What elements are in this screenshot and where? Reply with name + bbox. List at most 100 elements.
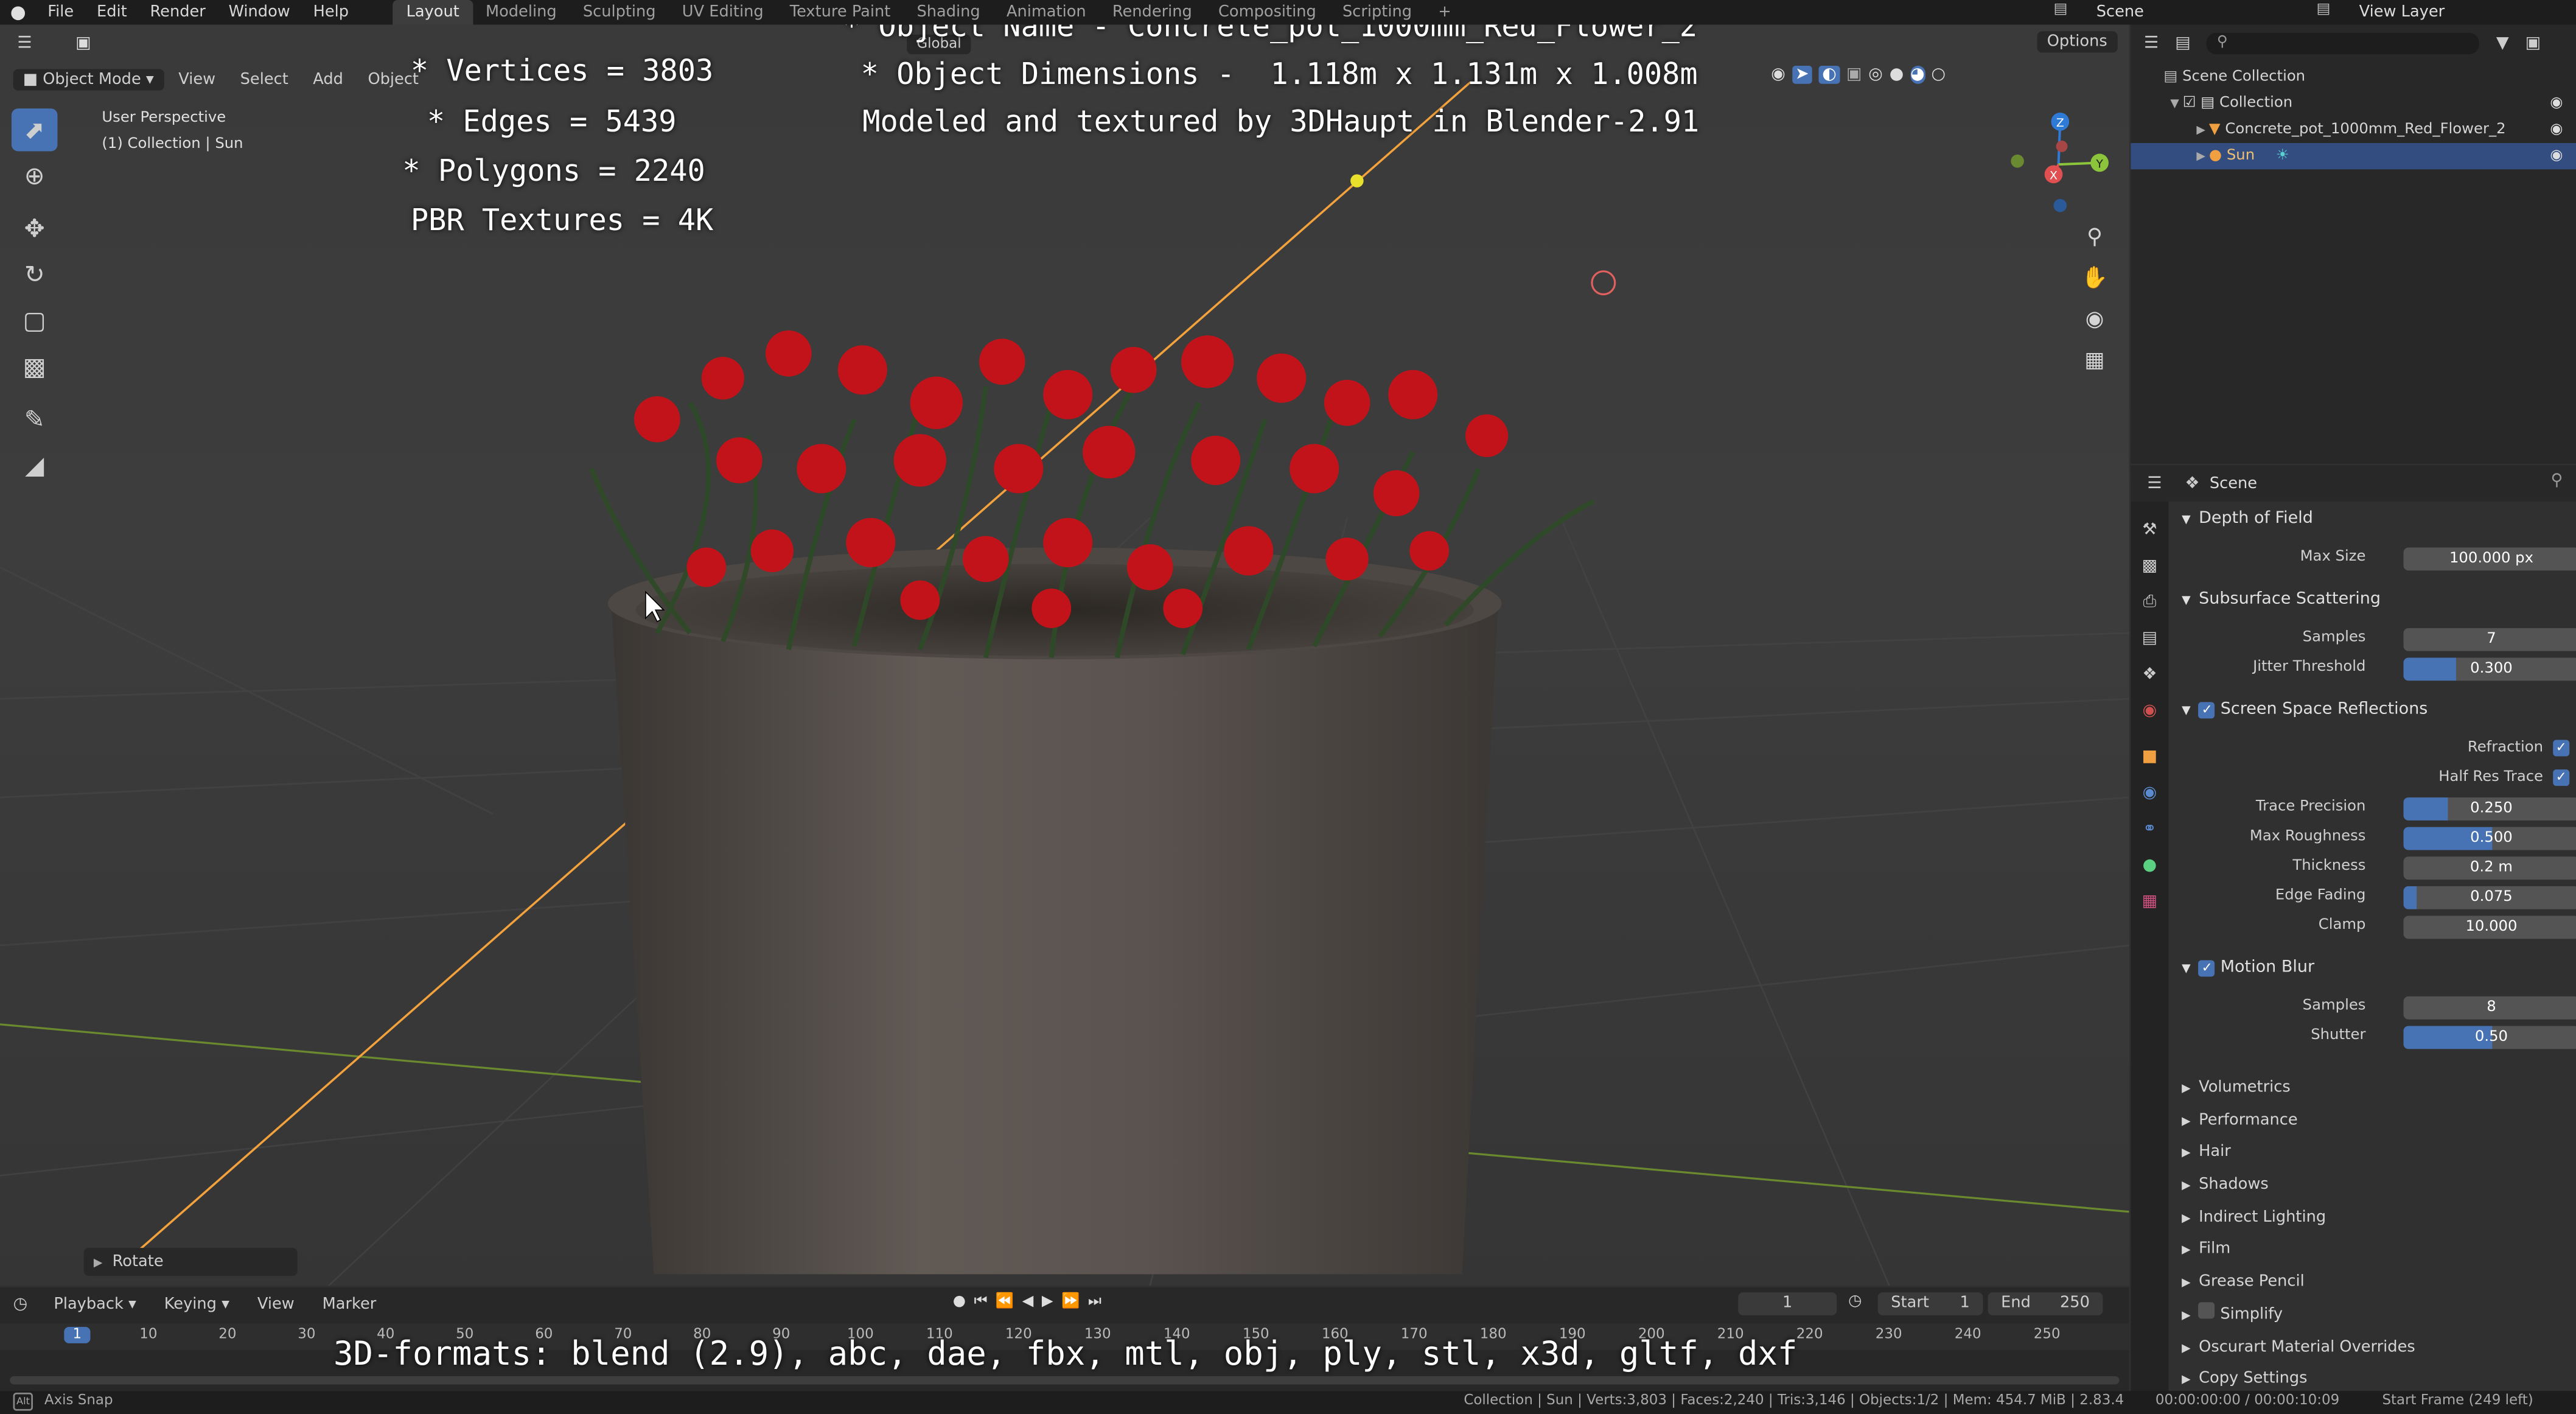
options-button[interactable]: Options — [2037, 31, 2117, 53]
camera-view-icon[interactable]: ◉ — [2076, 301, 2112, 337]
motion-blur-checkbox[interactable]: ✓ — [2199, 960, 2216, 977]
render-tab-icon[interactable]: ▩ — [2131, 547, 2168, 583]
tab-uv-editing[interactable]: UV Editing — [669, 0, 777, 25]
pin-icon[interactable]: ⚲ — [2551, 472, 2563, 490]
properties-editor-icon[interactable]: ☰ — [2147, 474, 2162, 492]
mode-selector[interactable]: ■ Object Mode ▾ — [13, 68, 164, 90]
visibility-icon[interactable]: ◉ — [1771, 66, 1785, 84]
ortho-grid-icon[interactable]: ▦ — [2076, 342, 2112, 378]
clamp-field[interactable]: 10.000 — [2403, 915, 2576, 939]
select-box-icon[interactable]: ▣ — [75, 33, 91, 52]
outliner-editor-icon[interactable]: ☰ — [2144, 33, 2159, 52]
filter-icon[interactable]: ▼ — [2496, 33, 2509, 52]
menu-view[interactable]: View — [169, 68, 225, 89]
menu-window[interactable]: Window — [217, 0, 302, 25]
material-shading-icon[interactable]: ◕ — [1910, 66, 1925, 84]
jump-end-icon[interactable]: ⏭ — [1088, 1294, 1101, 1311]
measure-tool-icon[interactable]: ◢ — [12, 444, 58, 486]
thickness-field[interactable]: 0.2 m — [2403, 856, 2576, 880]
half-res-trace-checkbox[interactable]: ✓ — [2553, 769, 2570, 786]
ssr-enable-checkbox[interactable]: ✓ — [2199, 702, 2216, 719]
play-icon[interactable]: ▶ — [1042, 1294, 1053, 1311]
view-layer-tab-icon[interactable]: ▤ — [2131, 620, 2168, 656]
light-target-icon[interactable] — [1591, 270, 1616, 296]
search-field[interactable]: ⚲ — [2207, 32, 2480, 54]
tab-animation[interactable]: Animation — [993, 0, 1099, 25]
scene-tab-icon[interactable]: ❖ — [2131, 656, 2168, 692]
next-keyframe-icon[interactable]: ⏩ — [1061, 1294, 1080, 1311]
gizmo-toggle-icon[interactable]: ➤ — [1792, 66, 1813, 84]
panel-subsurface-scattering[interactable]: ▼ Subsurface Scattering — [2174, 586, 2576, 615]
xray-icon[interactable]: ▣ — [1846, 66, 1862, 84]
jitter-threshold-slider[interactable]: 0.300 — [2403, 657, 2576, 681]
menu-add[interactable]: Add — [303, 68, 353, 89]
simplify-checkbox[interactable] — [2199, 1301, 2216, 1318]
3d-viewport[interactable]: ☰ ▣ ■ Object Mode ▾ View Select Add Obje… — [0, 24, 2129, 1286]
panel-oscurart-overrides[interactable]: ▶ Oscurart Material Overrides — [2174, 1331, 2576, 1363]
tool-tab-icon[interactable]: ⚒ — [2131, 511, 2168, 547]
outliner-item-pot[interactable]: ▶ ▼ Concrete_pot_1000mm_Red_Flower_2 ◉ — [2131, 117, 2576, 143]
overlay-toggle-icon[interactable]: ◐ — [1818, 66, 1840, 84]
physics-tab-icon[interactable]: ◉ — [2131, 774, 2168, 810]
tab-shading[interactable]: Shading — [904, 0, 993, 25]
object-data-tab-icon[interactable]: ● — [2131, 847, 2168, 883]
jump-start-icon[interactable]: ⏮ — [974, 1294, 987, 1311]
mb-samples-field[interactable]: 8 — [2403, 996, 2576, 1020]
record-icon[interactable]: ● — [953, 1294, 966, 1311]
zoom-icon[interactable]: ⚲ — [2076, 219, 2112, 254]
view-layer-selector[interactable]: View Layer — [2359, 0, 2445, 25]
tab-modeling[interactable]: Modeling — [472, 0, 570, 25]
select-tool-icon[interactable]: ⬈ — [11, 108, 58, 152]
play-reverse-icon[interactable]: ◀ — [1022, 1294, 1034, 1311]
timeline-scrollbar[interactable] — [10, 1376, 2120, 1385]
preview-range-icon[interactable]: ◷ — [1848, 1292, 1862, 1311]
pan-hand-icon[interactable]: ✋ — [2076, 260, 2112, 296]
rotate-tool-icon[interactable]: ↻ — [12, 253, 58, 296]
max-size-field[interactable]: 100.000 px — [2403, 547, 2576, 571]
visibility-eye-icon[interactable]: ◉ — [2550, 91, 2563, 117]
view-layer-icon[interactable]: ▤ — [2316, 2, 2330, 18]
edge-fading-slider[interactable]: 0.075 — [2403, 886, 2576, 909]
tab-compositing[interactable]: Compositing — [1205, 0, 1329, 25]
editor-type-icon[interactable]: ☰ — [7, 30, 43, 56]
texture-tab-icon[interactable]: ▦ — [2131, 883, 2168, 919]
rendered-shading-icon[interactable]: ○ — [1931, 66, 1946, 84]
end-frame-field[interactable]: End 250 — [1988, 1292, 2103, 1315]
menu-file[interactable]: File — [36, 0, 85, 25]
navigation-gizmo[interactable]: Z Y X — [2001, 107, 2116, 222]
current-frame-field[interactable]: 1 — [1738, 1292, 1837, 1315]
panel-performance[interactable]: ▶ Performance — [2174, 1104, 2576, 1136]
tab-scripting[interactable]: Scripting — [1329, 0, 1425, 25]
prev-keyframe-icon[interactable]: ⏪ — [996, 1294, 1014, 1311]
new-collection-icon[interactable]: ▣ — [2525, 33, 2541, 52]
outliner-collection[interactable]: ▼ ☑ ▤ Collection ◉ — [2131, 91, 2576, 117]
panel-volumetrics[interactable]: ▶ Volumetrics — [2174, 1072, 2576, 1104]
scene-selector[interactable]: Scene — [2096, 0, 2144, 25]
sun-handle[interactable] — [1350, 174, 1364, 187]
panel-indirect-lighting[interactable]: ▶ Indirect Lighting — [2174, 1202, 2576, 1234]
panel-film[interactable]: ▶ Film — [2174, 1234, 2576, 1266]
menu-select[interactable]: Select — [230, 68, 298, 89]
start-frame-field[interactable]: Start 1 — [1877, 1292, 1983, 1315]
refraction-checkbox[interactable]: ✓ — [2553, 740, 2570, 757]
panel-simplify[interactable]: ▶ Simplify — [2174, 1298, 2576, 1331]
panel-screen-space-reflections[interactable]: ▼ ✓ Screen Space Reflections — [2174, 696, 2576, 726]
menu-marker[interactable]: Marker — [312, 1293, 386, 1314]
visibility-eye-icon[interactable]: ◉ — [2550, 117, 2563, 143]
world-tab-icon[interactable]: ◉ — [2131, 692, 2168, 728]
menu-edit[interactable]: Edit — [85, 0, 138, 25]
menu-help[interactable]: Help — [302, 0, 360, 25]
scale-tool-icon[interactable]: ▢ — [12, 299, 58, 342]
menu-view[interactable]: View — [248, 1293, 304, 1314]
visibility-eye-icon[interactable]: ◉ — [2550, 143, 2563, 169]
constraints-tab-icon[interactable]: ⚭ — [2131, 811, 2168, 847]
object-tab-icon[interactable]: ■ — [2131, 738, 2168, 774]
output-tab-icon[interactable]: ⎙ — [2131, 584, 2168, 620]
tab-rendering[interactable]: Rendering — [1099, 0, 1205, 25]
cursor-tool-icon[interactable]: ⊕ — [12, 155, 58, 197]
outliner-scene-collection[interactable]: ▤ Scene Collection — [2131, 64, 2576, 90]
scene-selector-icon[interactable]: ▤ — [2054, 2, 2068, 18]
add-workspace-button[interactable]: + — [1425, 0, 1465, 25]
menu-playback[interactable]: Playback ▾ — [44, 1293, 146, 1314]
move-tool-icon[interactable]: ✥ — [12, 207, 58, 250]
